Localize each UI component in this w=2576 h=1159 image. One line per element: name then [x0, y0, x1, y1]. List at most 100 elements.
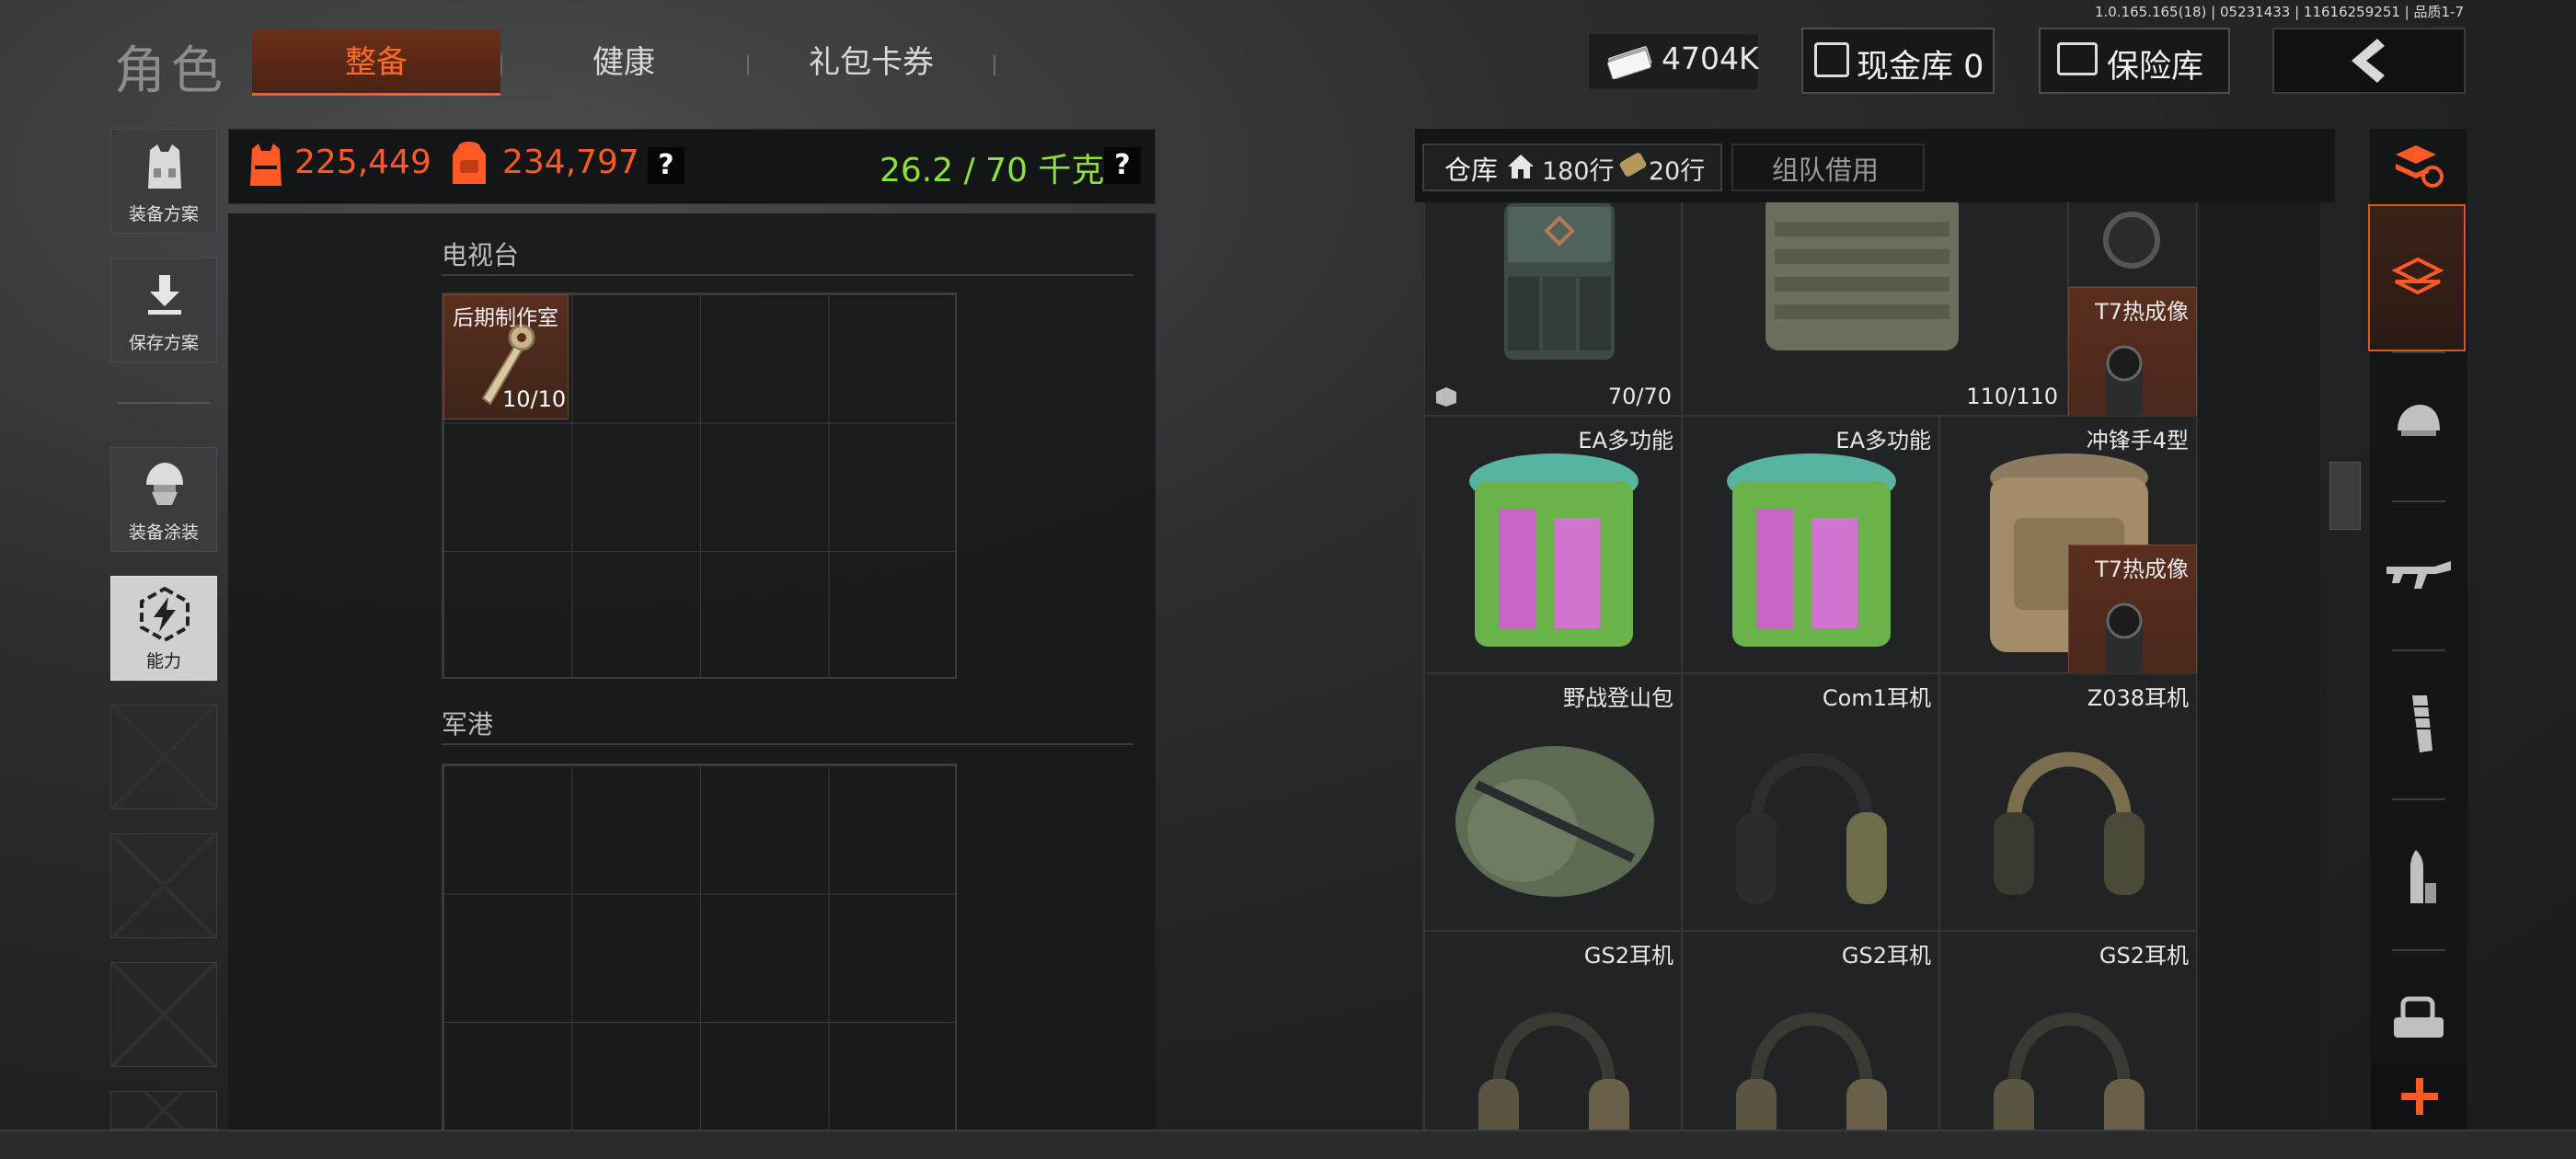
sight-icon[interactable] — [2390, 993, 2447, 1045]
cash-icon — [1607, 46, 1652, 79]
item-scope[interactable] — [2068, 202, 2197, 287]
armor-value: 225,449 — [294, 143, 431, 181]
ability-button[interactable]: 能力 — [110, 576, 217, 681]
save-plan-button[interactable]: 保存方案 — [110, 258, 217, 362]
cash-vault-label: 现金库 0 — [1857, 49, 1984, 86]
item-gs2-headset[interactable]: GS2耳机 — [1939, 931, 2197, 1131]
scroll-track — [2197, 202, 2320, 1131]
backpack-image — [1455, 746, 1654, 897]
layers-icon — [2392, 257, 2444, 295]
headset-image — [1994, 752, 2145, 920]
headset-image — [1478, 1013, 1629, 1131]
stack-refresh-icon[interactable] — [2392, 138, 2445, 191]
item-name: 野战登山包 — [1563, 685, 1673, 711]
section-divider — [442, 743, 1133, 745]
home-rows: 180行 — [1542, 157, 1615, 186]
headset-image — [1736, 752, 1887, 904]
loadout-plan-label: 装备方案 — [128, 204, 199, 224]
add-button[interactable] — [2372, 1063, 2466, 1130]
scope-image — [2103, 212, 2160, 269]
bottom-strip — [0, 1130, 2576, 1159]
backpack-value: 234,797 — [502, 143, 639, 181]
backpack-value-icon — [453, 142, 486, 184]
section-divider — [442, 274, 1133, 276]
section-title-naval-port: 军港 — [442, 709, 494, 740]
rail-divider — [2392, 649, 2445, 651]
item-field-hiking-backpack[interactable]: 野战登山包 — [1424, 673, 1682, 931]
item-gs2-headset[interactable]: GS2耳机 — [1424, 931, 1682, 1131]
warehouse-tab-label: 仓库 — [1444, 155, 1499, 186]
rail-divider — [2392, 351, 2445, 353]
empty-slot — [110, 1091, 217, 1130]
armor-value-icon — [250, 143, 282, 186]
section-title-tv-station: 电视台 — [442, 240, 520, 270]
tab-divider — [994, 55, 995, 75]
back-arrow-icon — [2352, 39, 2385, 83]
category-all[interactable] — [2368, 204, 2466, 351]
headset-image — [1994, 1013, 2145, 1131]
item-name: Com1耳机 — [1822, 685, 1931, 711]
ammo-icon[interactable] — [2399, 846, 2440, 909]
item-com1-headset[interactable]: Com1耳机 — [1682, 673, 1939, 931]
extra-rows: 20行 — [1649, 157, 1706, 186]
item-gs2-headset[interactable]: GS2耳机 — [1682, 931, 1939, 1131]
equipment-skin-button[interactable]: 装备涂装 — [110, 447, 217, 552]
rifle-icon[interactable] — [2385, 556, 2453, 596]
rail-divider — [2392, 949, 2445, 951]
item-z038-headset[interactable]: Z038耳机 — [1939, 673, 2197, 931]
weight-help-button[interactable]: ? — [1104, 147, 1141, 184]
save-plan-label: 保存方案 — [128, 333, 199, 353]
cash-vault-icon — [1814, 42, 1849, 77]
item-ea-multipurpose-pouch[interactable]: EA多功能 — [1424, 416, 1682, 673]
loadout-plan-button[interactable]: 装备方案 — [110, 129, 217, 234]
vest-image — [1504, 203, 1615, 360]
item-tactical-vest-green[interactable]: 70/70 — [1424, 202, 1682, 416]
warehouse-scrollbar[interactable] — [2329, 462, 2361, 530]
naval-port-grid[interactable] — [442, 763, 957, 1130]
item-name: T7热成像 — [2095, 557, 2189, 582]
tab-health[interactable]: 健康 — [515, 29, 732, 96]
magazine-icon[interactable] — [2399, 694, 2438, 754]
rail-divider — [2392, 500, 2445, 502]
empty-slot — [110, 962, 217, 1067]
equipment-skin-label: 装备涂装 — [128, 522, 199, 543]
item-name: GS2耳机 — [1583, 943, 1673, 969]
download-icon — [148, 275, 181, 315]
headset-image — [1736, 1013, 1887, 1131]
ability-label: 能力 — [145, 651, 181, 671]
team-borrow-label: 组队借用 — [1772, 155, 1880, 186]
item-name: Z038耳机 — [2087, 685, 2189, 711]
value-help-button[interactable]: ? — [648, 147, 684, 184]
sidebar-divider — [118, 402, 210, 404]
version-info: 1.0.165.165(18) | 05231433 | 11616259251… — [2094, 4, 2464, 20]
vest-icon — [148, 144, 181, 189]
item-name: GS2耳机 — [1841, 943, 1931, 969]
currency-amount: 4704K — [1662, 40, 1759, 76]
pouch-image — [1469, 453, 1639, 647]
house-icon — [1508, 155, 1534, 178]
helmet-icon — [146, 463, 183, 505]
page-title: 角色 — [114, 41, 228, 101]
lightning-hex-icon — [140, 586, 190, 643]
rail-divider — [2392, 798, 2445, 800]
vest-image — [1765, 202, 1959, 350]
warehouse-grid[interactable]: 70/70 110/110 T7热成像 EA多功能 EA多功能 冲锋手4型 T7… — [1422, 202, 2320, 1131]
box-icon — [1436, 387, 1456, 407]
item-name: 后期制作室 — [453, 306, 558, 330]
item-count: 10/10 — [502, 386, 567, 412]
safe-icon — [2057, 42, 2098, 75]
item-ea-multipurpose-pouch[interactable]: EA多功能 — [1682, 416, 1939, 673]
tab-loadout[interactable]: 整备 — [252, 29, 500, 96]
helmet-icon[interactable] — [2392, 401, 2445, 447]
tab-gift-coupons[interactable]: 礼包卡券 — [747, 29, 995, 96]
item-durability: 70/70 — [1607, 384, 1672, 409]
item-tactical-vest-tan[interactable]: 110/110 — [1682, 202, 2068, 416]
carry-weight: 26.2 / 70 千克 — [880, 152, 1105, 189]
tab-divider — [500, 55, 502, 75]
plus-icon — [2401, 1078, 2438, 1115]
item-name: GS2耳机 — [2099, 943, 2189, 969]
item-durability: 110/110 — [1966, 384, 2058, 409]
empty-slot — [110, 833, 217, 938]
item-name: T7热成像 — [2095, 299, 2189, 325]
pouch-image — [1727, 453, 1896, 647]
